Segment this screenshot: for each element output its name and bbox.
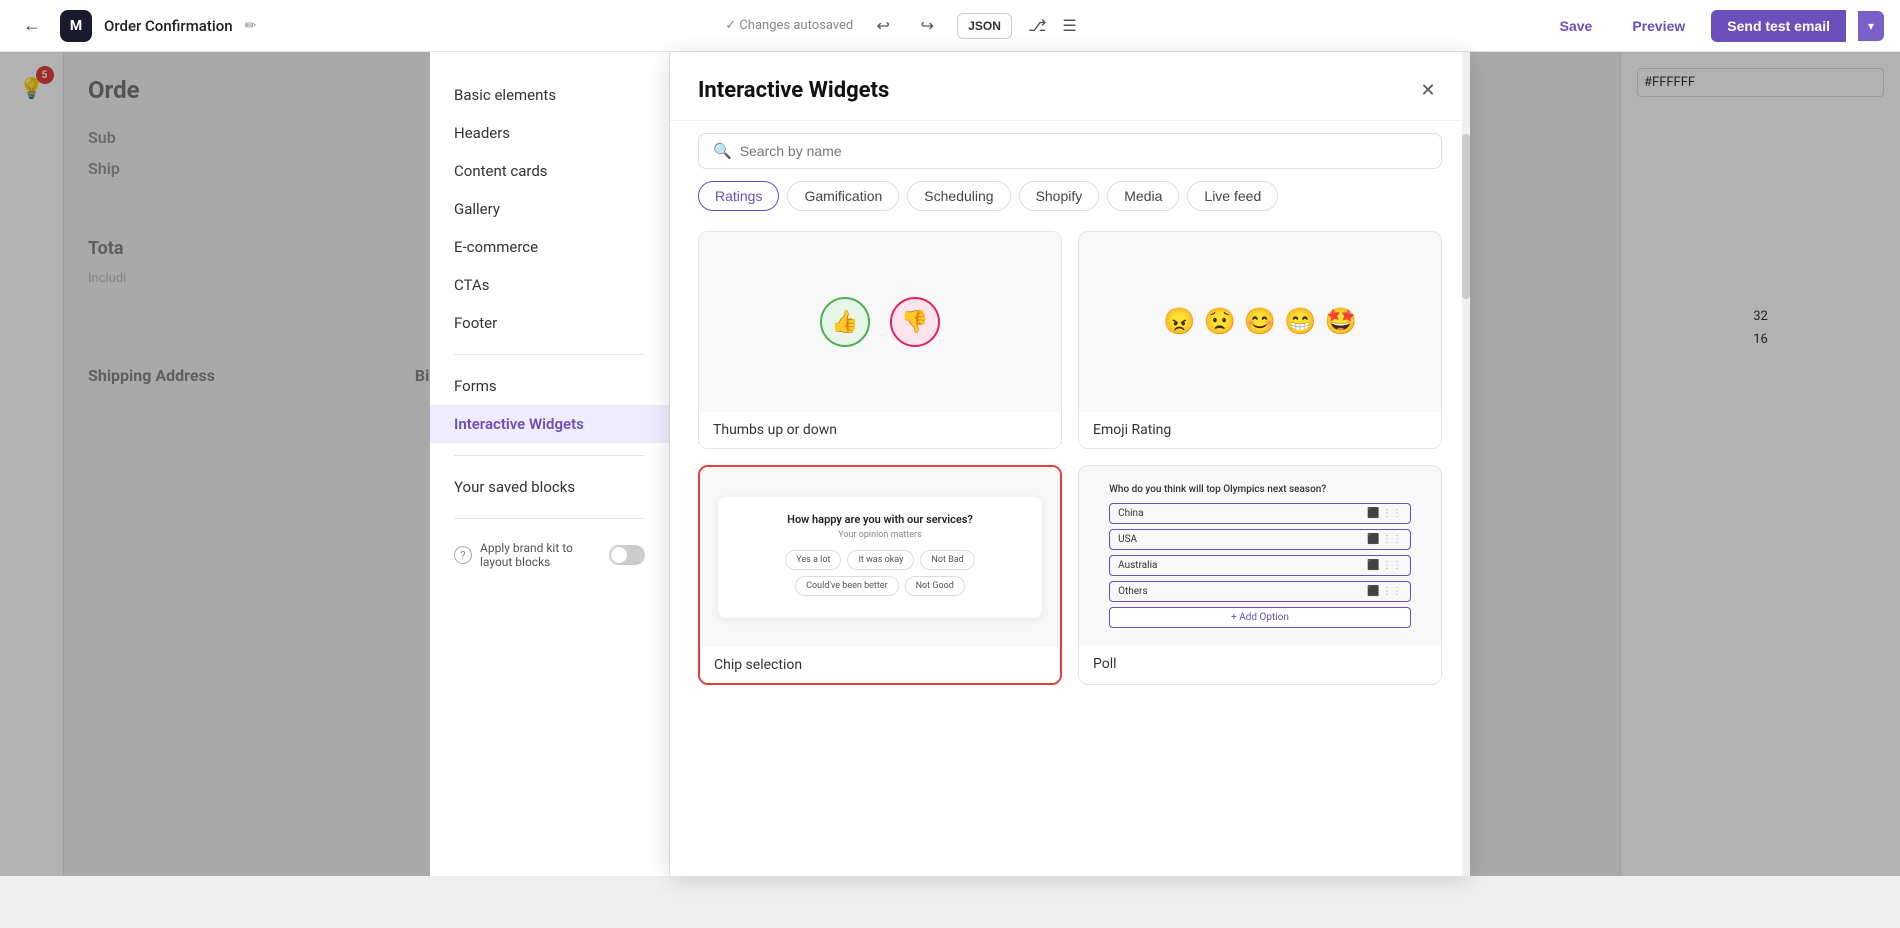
- interactive-widgets-modal: Interactive Widgets ✕ 🔍 Ratings Gamifica…: [670, 52, 1470, 876]
- note-icon[interactable]: ☰: [1062, 16, 1076, 35]
- redo-button[interactable]: ↪: [913, 12, 941, 40]
- emoji-preview: 😠 😟 😊 😁 🤩: [1079, 232, 1441, 412]
- preview-button[interactable]: Preview: [1618, 12, 1699, 40]
- app-logo: M: [60, 10, 92, 42]
- chip-preview: How happy are you with our services? You…: [700, 467, 1060, 647]
- poll-card: Who do you think will top Olympics next …: [1097, 472, 1423, 640]
- emoji-4: 😁: [1284, 307, 1316, 337]
- widget-card-chip[interactable]: How happy are you with our services? You…: [698, 465, 1062, 685]
- undo-button[interactable]: ↩: [869, 12, 897, 40]
- chip-option-5: Not Good: [905, 576, 965, 596]
- sidebar-divider: [454, 354, 645, 355]
- poll-option-1-icons: ⬛ ⋮⋮: [1367, 508, 1402, 519]
- poll-option-1: China ⬛ ⋮⋮: [1109, 503, 1411, 524]
- tab-scheduling[interactable]: Scheduling: [907, 181, 1010, 211]
- emoji-1: 😠: [1163, 307, 1195, 337]
- chip-option-2: It was okay: [847, 550, 914, 570]
- document-title: Order Confirmation: [104, 17, 233, 35]
- sidebar-item-ecommerce[interactable]: E-commerce: [430, 228, 669, 266]
- thumbs-label: Thumbs up or down: [699, 412, 1061, 448]
- send-test-email-button[interactable]: Send test email: [1711, 10, 1846, 42]
- sidebar-divider-2: [454, 455, 645, 456]
- sidebar-divider-3: [454, 518, 645, 519]
- emoji-icons: 😠 😟 😊 😁 🤩: [1163, 307, 1357, 337]
- modal-sidebar: Basic elements Headers Content cards Gal…: [430, 52, 670, 876]
- chip-subtitle: Your opinion matters: [734, 530, 1026, 540]
- json-button[interactable]: JSON: [957, 13, 1012, 39]
- modal-header: Interactive Widgets ✕: [670, 52, 1470, 121]
- chip-card: How happy are you with our services? You…: [718, 497, 1042, 618]
- edit-title-icon[interactable]: ✏: [245, 18, 257, 34]
- chip-option-3: Not Bad: [920, 550, 974, 570]
- brand-kit-label: Apply brand kit to layout blocks: [480, 541, 601, 569]
- chip-question: How happy are you with our services?: [734, 513, 1026, 526]
- sidebar-item-saved-blocks[interactable]: Your saved blocks: [430, 468, 669, 506]
- poll-preview: Who do you think will top Olympics next …: [1079, 466, 1441, 646]
- chip-row-2: Could've been better Not Good: [734, 576, 1026, 596]
- chip-row-1: Yes a lot It was okay Not Bad: [734, 550, 1026, 570]
- scrollbar-thumb[interactable]: [1462, 134, 1470, 299]
- poll-option-3-icons: ⬛ ⋮⋮: [1367, 560, 1402, 571]
- share-icon[interactable]: ⎇: [1028, 16, 1046, 35]
- thumb-up-icon: 👍: [820, 297, 870, 347]
- search-input[interactable]: [740, 143, 1427, 159]
- back-button[interactable]: ←: [16, 10, 48, 42]
- toolbar-center: ✓ Changes autosaved ↩ ↪ JSON ⎇ ☰: [268, 12, 1533, 40]
- widget-card-thumbs[interactable]: 👍 👎 Thumbs up or down: [698, 231, 1062, 449]
- emoji-2: 😟: [1203, 307, 1235, 337]
- thumbs-preview: 👍 👎: [699, 232, 1061, 412]
- sidebar-item-gallery[interactable]: Gallery: [430, 190, 669, 228]
- chip-label: Chip selection: [700, 647, 1060, 683]
- widget-card-poll[interactable]: Who do you think will top Olympics next …: [1078, 465, 1442, 685]
- poll-option-2-icons: ⬛ ⋮⋮: [1367, 534, 1402, 545]
- save-button[interactable]: Save: [1546, 12, 1607, 40]
- poll-label: Poll: [1079, 646, 1441, 682]
- poll-option-2: USA ⬛ ⋮⋮: [1109, 529, 1411, 550]
- sidebar-item-ctas[interactable]: CTAs: [430, 266, 669, 304]
- widgets-grid: 👍 👎 Thumbs up or down 😠 😟 😊 😁: [698, 231, 1442, 685]
- emoji-3: 😊: [1244, 307, 1276, 337]
- brand-kit-section: ? Apply brand kit to layout blocks: [430, 531, 669, 579]
- sidebar-item-content-cards[interactable]: Content cards: [430, 152, 669, 190]
- toolbar: ← M Order Confirmation ✏ ✓ Changes autos…: [0, 0, 1900, 52]
- add-option-button[interactable]: + Add Option: [1109, 607, 1411, 628]
- close-modal-button[interactable]: ✕: [1414, 76, 1442, 104]
- category-tabs: Ratings Gamification Scheduling Shopify …: [670, 181, 1470, 223]
- brand-toggle-knob: [611, 547, 627, 563]
- tab-live-feed[interactable]: Live feed: [1187, 181, 1278, 211]
- thumb-down-icon: 👎: [890, 297, 940, 347]
- thumbs-icons: 👍 👎: [820, 297, 940, 347]
- sidebar-item-footer[interactable]: Footer: [430, 304, 669, 342]
- tab-shopify[interactable]: Shopify: [1019, 181, 1100, 211]
- widgets-grid-container: 👍 👎 Thumbs up or down 😠 😟 😊 😁: [670, 223, 1470, 876]
- sidebar-item-basic-elements[interactable]: Basic elements: [430, 76, 669, 114]
- modal-title: Interactive Widgets: [698, 78, 889, 103]
- search-icon: 🔍: [713, 142, 732, 160]
- emoji-5: 🤩: [1325, 307, 1357, 337]
- poll-option-4-icons: ⬛ ⋮⋮: [1367, 586, 1402, 597]
- modal-scrollbar: [1462, 52, 1470, 876]
- tab-gamification[interactable]: Gamification: [787, 181, 899, 211]
- poll-question: Who do you think will top Olympics next …: [1109, 484, 1411, 495]
- tab-ratings[interactable]: Ratings: [698, 181, 779, 211]
- autosave-status: ✓ Changes autosaved: [725, 18, 853, 33]
- chip-option-1: Yes a lot: [785, 550, 841, 570]
- tab-media[interactable]: Media: [1107, 181, 1179, 211]
- help-icon[interactable]: ?: [454, 546, 472, 564]
- chip-option-4: Could've been better: [795, 576, 898, 596]
- poll-option-4: Others ⬛ ⋮⋮: [1109, 581, 1411, 602]
- emoji-label: Emoji Rating: [1079, 412, 1441, 448]
- poll-option-3: Australia ⬛ ⋮⋮: [1109, 555, 1411, 576]
- widget-card-emoji[interactable]: 😠 😟 😊 😁 🤩 Emoji Rating: [1078, 231, 1442, 449]
- send-dropdown-button[interactable]: ▾: [1858, 11, 1884, 41]
- modal-overlay: Basic elements Headers Content cards Gal…: [0, 52, 1900, 876]
- search-bar: 🔍: [698, 133, 1442, 169]
- sidebar-item-headers[interactable]: Headers: [430, 114, 669, 152]
- sidebar-item-interactive-widgets[interactable]: Interactive Widgets: [430, 405, 669, 443]
- brand-kit-toggle[interactable]: [609, 545, 645, 565]
- sidebar-item-forms[interactable]: Forms: [430, 367, 669, 405]
